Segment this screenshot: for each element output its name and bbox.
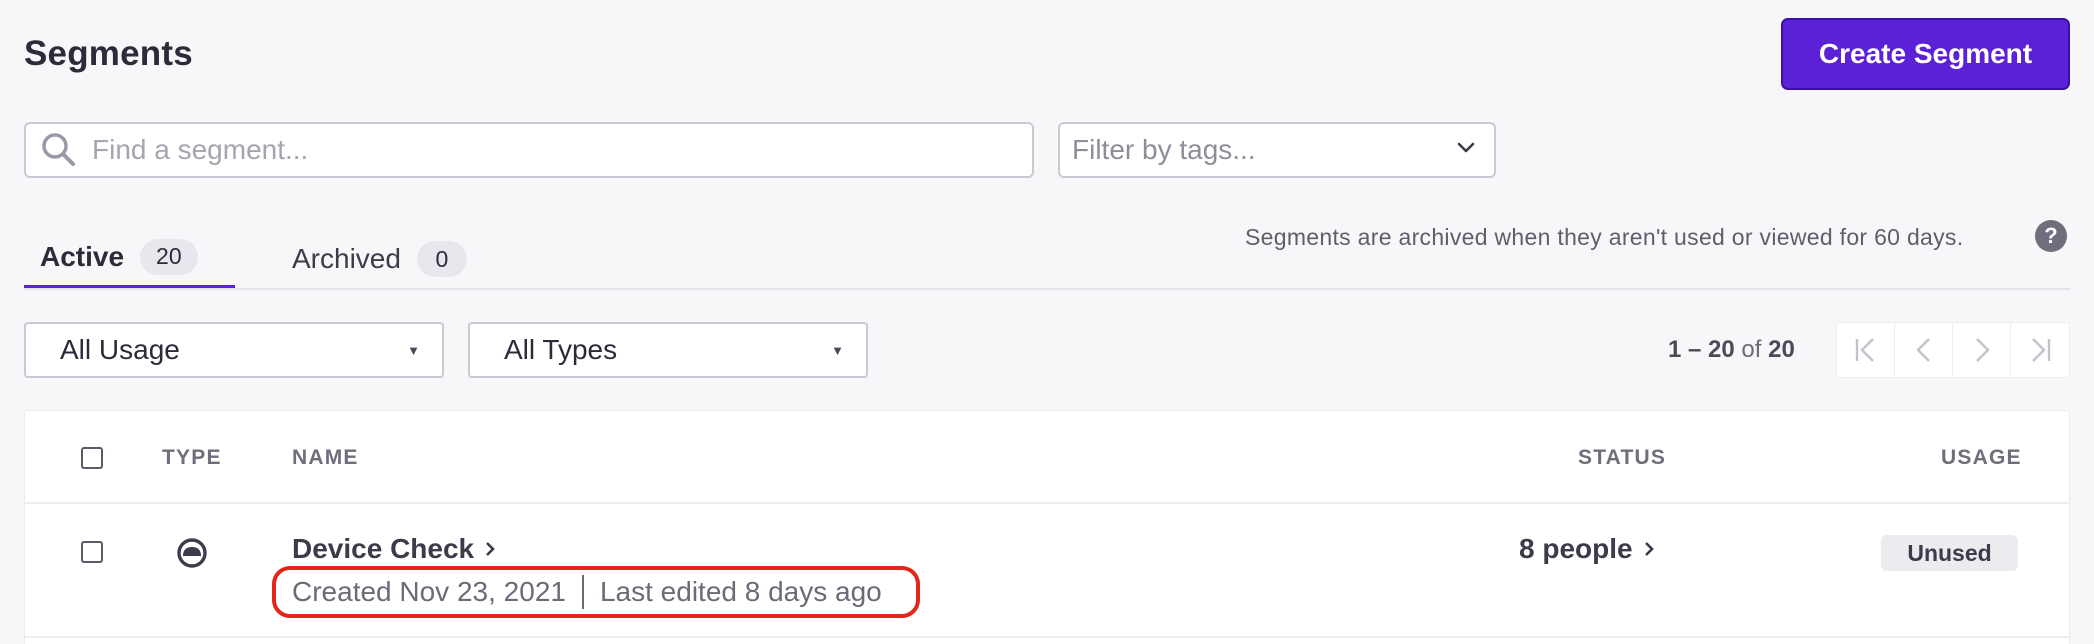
help-icon[interactable]: ?: [2035, 220, 2067, 252]
status-link[interactable]: 8 people: [1519, 533, 1655, 565]
first-page-button[interactable]: [1837, 323, 1895, 377]
chevron-right-icon: [484, 533, 496, 565]
search-box[interactable]: [24, 122, 1034, 178]
caret-down-icon: ▼: [407, 342, 420, 358]
select-all-checkbox[interactable]: [81, 447, 103, 469]
segment-type-icon: [175, 536, 209, 575]
prev-page-icon: [1915, 338, 1930, 362]
tab-label: Active: [40, 240, 125, 272]
annotation-highlight: [272, 566, 920, 618]
tab-divider: [24, 288, 2070, 290]
usage-filter-select[interactable]: All Usage ▼: [24, 322, 444, 378]
types-filter-value: All Types: [504, 334, 618, 365]
usage-badge: Unused: [1881, 535, 2018, 571]
next-page-button[interactable]: [1953, 323, 2011, 377]
segment-name-link[interactable]: Device Check: [292, 533, 496, 565]
tab-active[interactable]: Active 20: [24, 228, 235, 290]
tab-archived[interactable]: Archived 0: [276, 228, 467, 290]
pagination-range: 1 – 20 of 20: [1668, 336, 1795, 363]
create-segment-button[interactable]: Create Segment: [1781, 18, 2070, 90]
column-header-usage: USAGE: [1941, 446, 2022, 469]
row-divider: [24, 636, 2070, 638]
tab-count-badge: 0: [416, 241, 467, 277]
usage-filter-value: All Usage: [60, 334, 180, 365]
types-filter-select[interactable]: All Types ▼: [468, 322, 868, 378]
caret-down-icon: ▼: [831, 342, 844, 358]
page-title: Segments: [24, 34, 193, 73]
chevron-right-icon: [1643, 533, 1655, 565]
tab-count-badge: 20: [140, 238, 198, 275]
last-page-icon: [2032, 338, 2051, 362]
tag-filter-dropdown[interactable]: Filter by tags...: [1058, 122, 1496, 178]
column-header-status: STATUS: [1578, 446, 1667, 469]
tab-label: Archived: [292, 243, 401, 274]
column-header-name: NAME: [292, 446, 359, 469]
pagination-controls: [1836, 322, 2070, 378]
header-divider: [24, 502, 2070, 504]
chevron-down-icon: [1456, 141, 1476, 160]
column-header-type: TYPE: [162, 446, 222, 469]
first-page-icon: [1855, 338, 1874, 362]
archive-note: Segments are archived when they aren't u…: [1245, 224, 1964, 250]
next-page-icon: [1975, 338, 1990, 362]
prev-page-button[interactable]: [1895, 323, 1953, 377]
tag-filter-placeholder: Filter by tags...: [1072, 134, 1256, 165]
last-page-button[interactable]: [2011, 323, 2069, 377]
search-input[interactable]: [92, 126, 992, 174]
row-checkbox[interactable]: [81, 541, 103, 563]
search-icon: [40, 131, 78, 169]
